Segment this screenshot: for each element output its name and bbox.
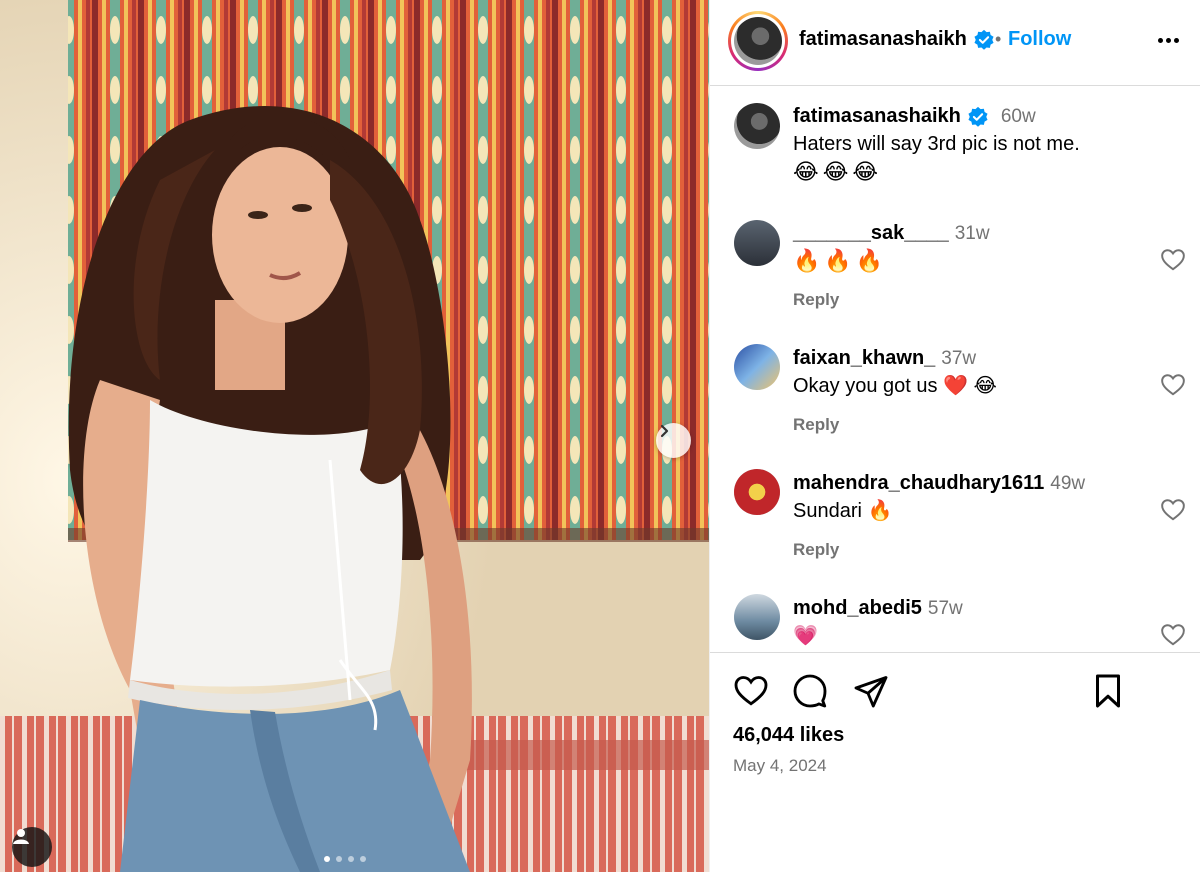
post-image[interactable]	[0, 0, 709, 872]
comment-username[interactable]: faixan_khawn_	[793, 347, 935, 369]
header-separator: •	[995, 29, 1002, 49]
verified-badge-icon	[968, 106, 988, 127]
author-username[interactable]: fatimasanashaikh	[799, 28, 967, 51]
caption-author[interactable]: fatimasanashaikh 60w	[793, 105, 1036, 128]
comments-list[interactable]: fatimasanashaikh 60w Haters will say 3rd…	[710, 87, 1200, 652]
author-avatar[interactable]	[728, 11, 788, 71]
like-heart-icon[interactable]	[733, 673, 769, 709]
like-comment-heart-icon[interactable]	[1160, 372, 1186, 398]
likes-count[interactable]: 46,044 likes	[733, 724, 844, 747]
caption-time: 60w	[1000, 105, 1036, 127]
post-header: fatimasanashaikh • Follow	[710, 0, 1200, 86]
next-slide-button[interactable]	[656, 423, 691, 458]
carousel-dot	[360, 856, 366, 862]
comment-text: Sundari 🔥	[793, 500, 893, 522]
caption-avatar[interactable]	[734, 103, 780, 149]
post-photo-illustration	[0, 0, 709, 872]
comment-username[interactable]: mohd_abedi5	[793, 597, 922, 619]
follow-button[interactable]: Follow	[1008, 28, 1071, 51]
carousel-dot	[324, 856, 330, 862]
caption-text: Haters will say 3rd pic is not me.	[793, 133, 1080, 155]
post-details-panel: fatimasanashaikh • Follow fatimasanashai…	[709, 0, 1200, 872]
like-comment-heart-icon[interactable]	[1160, 497, 1186, 523]
comment-time: 49w	[1050, 473, 1086, 494]
comment-bubble-icon[interactable]	[792, 673, 828, 709]
reply-button[interactable]: Reply	[793, 290, 839, 310]
comment-username[interactable]: _______sak____	[793, 222, 949, 244]
author-username-link[interactable]: fatimasanashaikh	[799, 28, 995, 51]
user-icon	[13, 829, 29, 844]
comment-author[interactable]: mohd_abedi5 57w	[793, 597, 963, 620]
like-comment-heart-icon[interactable]	[1160, 622, 1186, 648]
share-send-icon[interactable]	[853, 673, 889, 709]
more-dot	[1157, 37, 1163, 43]
reply-button[interactable]: Reply	[793, 415, 839, 435]
like-comment-heart-icon[interactable]	[1160, 247, 1186, 273]
carousel-dot	[348, 856, 354, 862]
comment-username[interactable]: mahendra_chaudhary1611	[793, 472, 1044, 494]
more-dot	[1173, 37, 1179, 43]
chevron-right-icon	[660, 424, 669, 438]
carousel-dot	[336, 856, 342, 862]
carousel-indicator	[324, 856, 366, 862]
more-options-button[interactable]	[1152, 26, 1184, 54]
caption-emoji: 😂😂😂	[793, 159, 883, 184]
comment-author[interactable]: faixan_khawn_ 37w	[793, 347, 976, 370]
comment-time: 37w	[941, 348, 977, 369]
post-date: May 4, 2024	[733, 756, 827, 775]
more-dot	[1165, 37, 1171, 43]
verified-badge-icon	[974, 29, 994, 50]
caption-username[interactable]: fatimasanashaikh	[793, 105, 961, 128]
comment-text: Okay you got us ❤️ 😂	[793, 375, 997, 397]
tagged-users-button[interactable]	[12, 827, 52, 867]
post-actions: 46,044 likes May 4, 2024	[710, 652, 1200, 872]
comment-author[interactable]: _______sak____ 31w	[793, 222, 990, 245]
comment-time: 57w	[927, 598, 963, 619]
reply-button[interactable]: Reply	[793, 540, 839, 560]
save-bookmark-icon[interactable]	[1090, 673, 1126, 709]
comment-text: 💗	[793, 625, 818, 647]
comment-avatar[interactable]	[734, 220, 780, 266]
comment-avatar[interactable]	[734, 594, 780, 640]
comment-avatar[interactable]	[734, 344, 780, 390]
comment-time: 31w	[954, 223, 990, 244]
comment-author[interactable]: mahendra_chaudhary1611 49w	[793, 472, 1085, 495]
comment-avatar[interactable]	[734, 469, 780, 515]
comment-text: 🔥🔥🔥	[793, 248, 888, 273]
